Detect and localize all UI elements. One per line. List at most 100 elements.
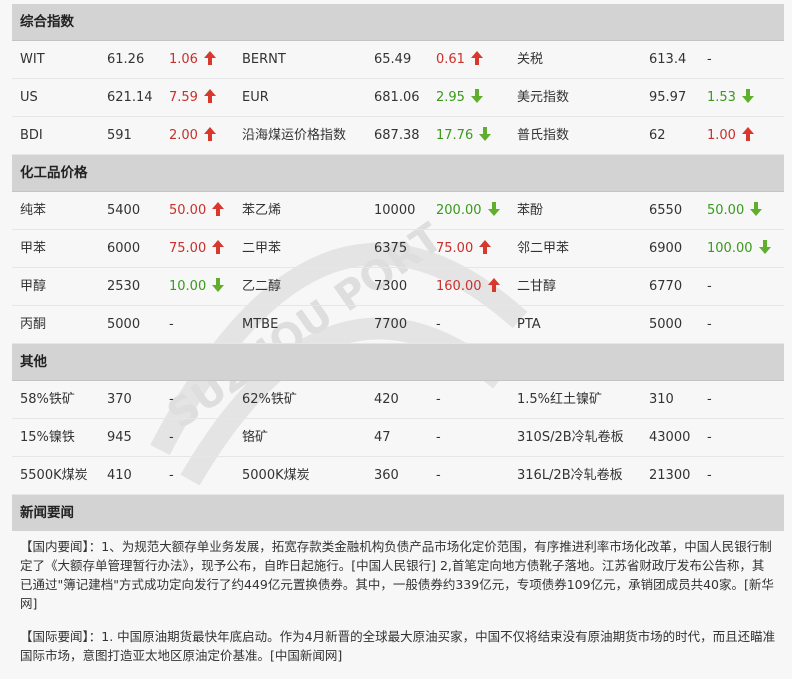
- item-name: 纯苯: [20, 203, 47, 218]
- item-change-value: -: [707, 430, 712, 445]
- item-change: -: [707, 41, 712, 78]
- item-change-value: -: [436, 392, 441, 407]
- item-change: 2.00: [169, 117, 216, 154]
- item-price: 5000: [649, 317, 683, 332]
- item-change-value: 75.00: [169, 241, 207, 256]
- item-name: 5500K煤炭: [20, 468, 88, 483]
- item-change-value: 17.76: [436, 128, 474, 143]
- item-price: 410: [107, 468, 132, 483]
- item-change-value: 1.53: [707, 90, 736, 105]
- item-name: 58%铁矿: [20, 392, 75, 407]
- item-change-value: 2.95: [436, 90, 465, 105]
- item-change-value: 0.61: [436, 52, 465, 67]
- item-change-value: 200.00: [436, 203, 482, 218]
- arrow-down-icon: [758, 240, 771, 254]
- item-change: -: [436, 381, 441, 418]
- table-row: WIT 61.26 1.06 BERNT 65.49 0.61 关税 613.4 -: [12, 41, 784, 79]
- item-change-value: -: [707, 279, 712, 294]
- item-price: 10000: [374, 203, 416, 218]
- item-change-value: -: [707, 468, 712, 483]
- arrow-up-icon: [470, 51, 483, 65]
- news-domestic: 【国内要闻】：1、为规范大额存单业务发展，拓宽存款类金融机构负债产品市场化定价范…: [20, 539, 774, 611]
- item-name: MTBE: [242, 317, 279, 332]
- item-change: -: [436, 306, 441, 343]
- item-change-value: 100.00: [707, 241, 753, 256]
- item-price: 5400: [107, 203, 141, 218]
- item-name: WIT: [20, 52, 45, 67]
- item-name: 310S/2B冷轧卷板: [517, 430, 624, 445]
- item-name: 沿海煤运价格指数: [242, 128, 347, 143]
- item-name: 二甲苯: [242, 241, 282, 256]
- item-change-value: -: [169, 430, 174, 445]
- item-change: -: [436, 457, 441, 494]
- item-price: 7700: [374, 317, 408, 332]
- item-name: 邻二甲苯: [517, 241, 570, 256]
- arrow-down-icon: [750, 202, 763, 216]
- item-price: 945: [107, 430, 132, 445]
- item-price: 6000: [107, 241, 141, 256]
- arrow-down-icon: [741, 89, 754, 103]
- item-name: 5000K煤炭: [242, 468, 310, 483]
- item-change-value: -: [436, 430, 441, 445]
- item-change: 10.00: [169, 268, 225, 305]
- arrow-down-icon: [212, 278, 225, 292]
- item-price: 21300: [649, 468, 691, 483]
- item-price: 591: [107, 128, 132, 143]
- item-price: 6900: [649, 241, 683, 256]
- item-name: 苯酚: [517, 203, 544, 218]
- item-name: 15%镍铁: [20, 430, 75, 445]
- arrow-up-icon: [487, 278, 500, 292]
- item-name: EUR: [242, 90, 269, 105]
- item-change-value: 75.00: [436, 241, 474, 256]
- item-price: 5000: [107, 317, 141, 332]
- item-price: 420: [374, 392, 399, 407]
- item-change: 1.06: [169, 41, 216, 78]
- item-change: -: [707, 306, 712, 343]
- item-change-value: -: [436, 468, 441, 483]
- item-change: -: [436, 419, 441, 456]
- item-change: 2.95: [436, 79, 483, 116]
- item-name: 美元指数: [517, 90, 570, 105]
- item-change: -: [169, 306, 174, 343]
- item-name: PTA: [517, 317, 541, 332]
- item-change-value: 7.59: [169, 90, 198, 105]
- item-price: 613.4: [649, 52, 687, 67]
- item-change: 160.00: [436, 268, 500, 305]
- item-name: 关税: [517, 52, 544, 67]
- item-change-value: 1.06: [169, 52, 198, 67]
- item-change: -: [707, 419, 712, 456]
- item-price: 47: [374, 430, 391, 445]
- news-body: 【国内要闻】：1、为规范大额存单业务发展，拓宽存款类金融机构负债产品市场化定价范…: [12, 531, 784, 665]
- item-name: 丙酮: [20, 317, 47, 332]
- item-change: 17.76: [436, 117, 492, 154]
- item-change-value: 1.00: [707, 128, 736, 143]
- table-row: 5500K煤炭 410 - 5000K煤炭 360 - 316L/2B冷轧卷板 21300 -: [12, 457, 784, 495]
- market-data-panel: 综合指数 WIT 61.26 1.06 BERNT 65.49 0.61 关税 613.4 - US…: [12, 4, 784, 679]
- item-change: 7.59: [169, 79, 216, 116]
- table-row: BDI 591 2.00 沿海煤运价格指数 687.38 17.76 普氏指数 62 1.00: [12, 117, 784, 155]
- item-change: 50.00: [169, 192, 225, 229]
- item-name: 甲苯: [20, 241, 47, 256]
- item-change: -: [169, 381, 174, 418]
- item-name: 苯乙烯: [242, 203, 282, 218]
- item-change: -: [707, 268, 712, 305]
- item-price: 370: [107, 392, 132, 407]
- arrow-down-icon: [479, 127, 492, 141]
- item-name: 乙二醇: [242, 279, 282, 294]
- arrow-down-icon: [470, 89, 483, 103]
- item-change-value: -: [169, 317, 174, 332]
- item-change: 50.00: [707, 192, 763, 229]
- section-header: 其他: [12, 344, 784, 381]
- arrow-up-icon: [203, 127, 216, 141]
- arrow-up-icon: [479, 240, 492, 254]
- item-name: US: [20, 90, 38, 105]
- item-change-value: -: [169, 392, 174, 407]
- item-change: -: [169, 457, 174, 494]
- item-name: 62%铁矿: [242, 392, 297, 407]
- item-change: -: [707, 381, 712, 418]
- item-change-value: 50.00: [707, 203, 745, 218]
- item-price: 95.97: [649, 90, 687, 105]
- item-change: -: [707, 457, 712, 494]
- news-international: 【国际要闻】：1. 中国原油期货最快年底启动。作为4月新晋的全球最大原油买家，中…: [20, 629, 776, 663]
- item-change-value: -: [169, 468, 174, 483]
